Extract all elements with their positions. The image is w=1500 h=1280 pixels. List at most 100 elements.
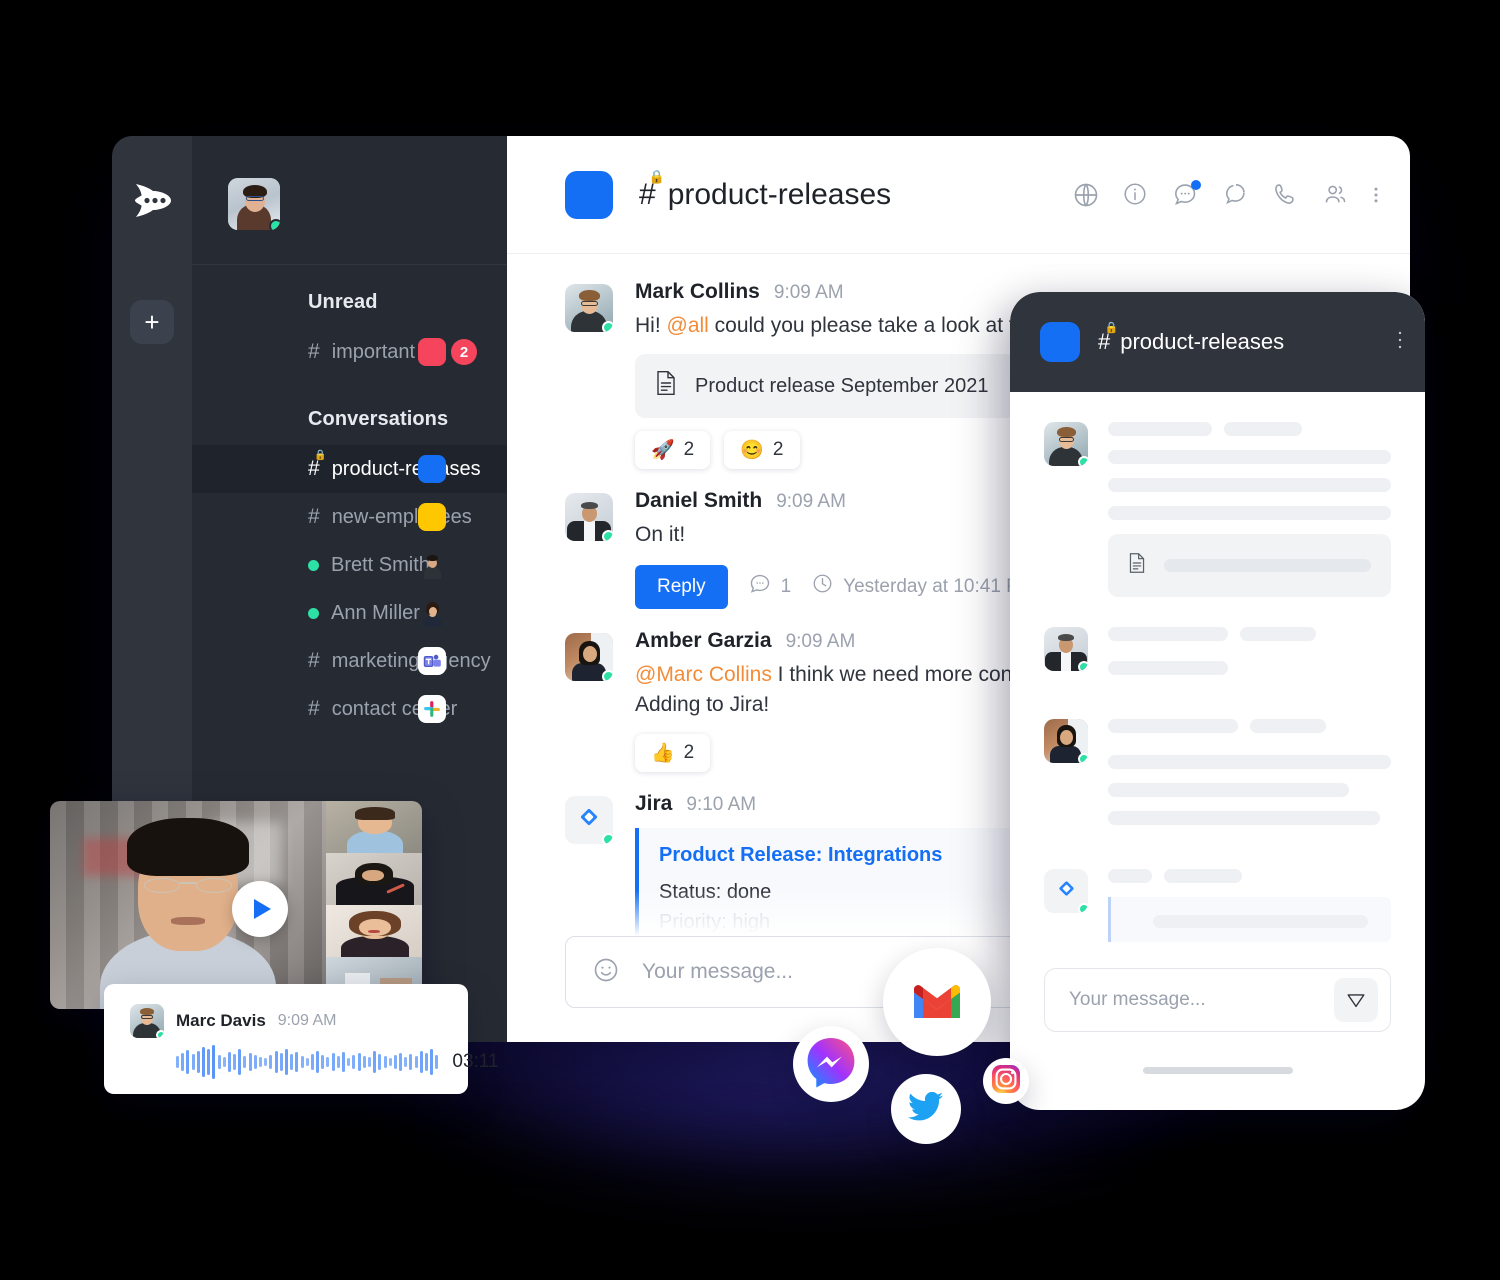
hash-lock-icon: # 🔒: [308, 450, 327, 480]
emoji-smiley-icon[interactable]: [592, 956, 620, 989]
audio-waveform[interactable]: [176, 1042, 439, 1082]
voice-message-player[interactable]: 03:11: [130, 1042, 499, 1082]
sidebar-item-contact-center[interactable]: # contact center: [192, 685, 507, 733]
reaction-count: 2: [772, 439, 784, 461]
screenshot-stage: + Unread # important 2 Conversations # 🔒…: [0, 0, 1500, 1280]
video-participant-strip: [326, 801, 422, 1009]
presence-indicator: [1078, 456, 1088, 466]
channel-color-swatch: [418, 338, 446, 366]
play-button-icon[interactable]: [232, 881, 288, 937]
mobile-home-indicator: [1142, 1067, 1293, 1074]
avatar: [565, 632, 613, 681]
sidebar-item-product-releases[interactable]: # 🔒 product-releases: [192, 445, 507, 493]
comment-bubble-icon: [748, 572, 772, 602]
channel-header: # 🔒 product-releases: [507, 136, 1410, 254]
sidebar-item-marketing-agency[interactable]: # marketing-agency: [192, 637, 507, 685]
rocket-emoji-icon: 🚀: [651, 440, 675, 462]
team-members-icon[interactable]: [1322, 181, 1350, 209]
messenger-icon: [805, 1036, 857, 1093]
channel-name-label: product-releases: [667, 177, 892, 211]
thumbs-up-emoji-icon: 👍: [651, 742, 675, 764]
presence-indicator: [602, 321, 613, 332]
presence-indicator: [1078, 661, 1088, 671]
mobile-composer: Your message...: [1044, 968, 1391, 1032]
twitter-icon: [908, 1091, 944, 1127]
hash-icon: #: [308, 649, 320, 672]
reaction-smile[interactable]: 😊 2: [724, 431, 800, 470]
microsoft-teams-icon: [418, 647, 446, 675]
presence-indicator: [1078, 753, 1088, 763]
avatar: [565, 493, 613, 542]
video-call-card[interactable]: [50, 801, 422, 1009]
sidebar-item-ann-miller[interactable]: Ann Miller: [192, 589, 507, 637]
smile-emoji-icon: 😊: [740, 440, 764, 462]
mention-user[interactable]: @Marc Collins: [635, 663, 772, 686]
sidebar-item-important[interactable]: # important 2: [192, 328, 507, 376]
channel-color-swatch: [1040, 322, 1080, 362]
social-bubble-twitter[interactable]: [891, 1074, 961, 1144]
mention-all[interactable]: @all: [667, 314, 709, 337]
instagram-icon: [991, 1064, 1021, 1099]
social-bubble-instagram[interactable]: [983, 1058, 1029, 1104]
avatar: [1044, 627, 1088, 671]
mobile-message-input-placeholder[interactable]: Your message...: [1069, 989, 1206, 1011]
message-author: Jira: [635, 791, 673, 815]
reaction-thumbsup[interactable]: 👍 2: [635, 733, 711, 772]
social-bubble-gmail[interactable]: [883, 948, 991, 1056]
globe-icon[interactable]: [1072, 181, 1100, 209]
voice-message-duration: 03:11: [452, 1051, 499, 1072]
voice-message-timestamp: 9:09 AM: [277, 1012, 337, 1029]
hash-icon: #: [308, 697, 320, 720]
sidebar-item-label: Ann Miller: [331, 601, 420, 624]
sidebar-item-new-employees[interactable]: # new-employees: [192, 493, 507, 541]
video-tile[interactable]: [326, 801, 422, 853]
list-item: [1044, 719, 1391, 839]
threads-icon[interactable]: [1222, 181, 1250, 209]
presence-indicator: [269, 219, 280, 230]
phone-icon[interactable]: [1272, 181, 1300, 209]
mobile-message-list: [1010, 392, 1425, 942]
message-timestamp: 9:09 AM: [773, 282, 844, 303]
slack-icon: [418, 695, 446, 723]
sidebar-item-label: important: [331, 340, 416, 363]
video-main-tile: [50, 801, 326, 1009]
presence-indicator: [1078, 903, 1088, 913]
kebab-menu-icon[interactable]: [1397, 329, 1403, 356]
add-workspace-label: +: [144, 307, 160, 337]
presence-indicator: [308, 559, 319, 571]
voice-message-card[interactable]: Marc Davis 9:09 AM 03:11: [104, 984, 499, 1094]
sidebar-section-title-unread: Unread: [308, 291, 378, 313]
hash-lock-icon: # 🔒: [1098, 322, 1119, 354]
social-bubble-messenger[interactable]: [793, 1026, 869, 1102]
avatar[interactable]: [228, 178, 280, 230]
attachment-card[interactable]: Product release September 2021: [635, 354, 1015, 419]
send-paper-plane-icon[interactable]: [1334, 978, 1378, 1022]
presence-indicator: [308, 607, 319, 619]
reaction-count: 2: [683, 741, 695, 763]
attachment-card: [1108, 534, 1391, 597]
kebab-menu-icon[interactable]: [1372, 181, 1380, 209]
reaction-rocket[interactable]: 🚀 2: [635, 431, 711, 470]
sidebar-item-brett-smith[interactable]: Brett Smith: [192, 541, 507, 589]
jira-issue-card: [1108, 897, 1391, 942]
message-timestamp: 9:10 AM: [686, 793, 757, 815]
add-workspace-button[interactable]: +: [130, 300, 174, 344]
clock-icon: [811, 572, 834, 601]
sidebar-item-label: new-employees: [331, 505, 472, 528]
current-user-row[interactable]: [192, 158, 507, 250]
sidebar-item-label: product-releases: [331, 457, 481, 480]
video-tile[interactable]: [326, 853, 422, 905]
discussion-icon[interactable]: [1172, 179, 1201, 209]
hash-icon: #: [308, 505, 320, 528]
mobile-message-input-box[interactable]: Your message...: [1044, 968, 1391, 1032]
reply-count[interactable]: 1: [748, 572, 791, 602]
jira-bot-avatar: [1044, 869, 1088, 913]
video-tile[interactable]: [326, 905, 422, 957]
message-input-placeholder[interactable]: Your message...: [642, 960, 793, 984]
jira-bot-avatar: [565, 795, 613, 844]
reply-button[interactable]: Reply: [635, 564, 728, 609]
jira-icon: [1055, 877, 1078, 905]
avatar: [1044, 719, 1088, 763]
unread-dot-badge: [1191, 179, 1201, 190]
info-circle-icon[interactable]: [1122, 181, 1150, 209]
